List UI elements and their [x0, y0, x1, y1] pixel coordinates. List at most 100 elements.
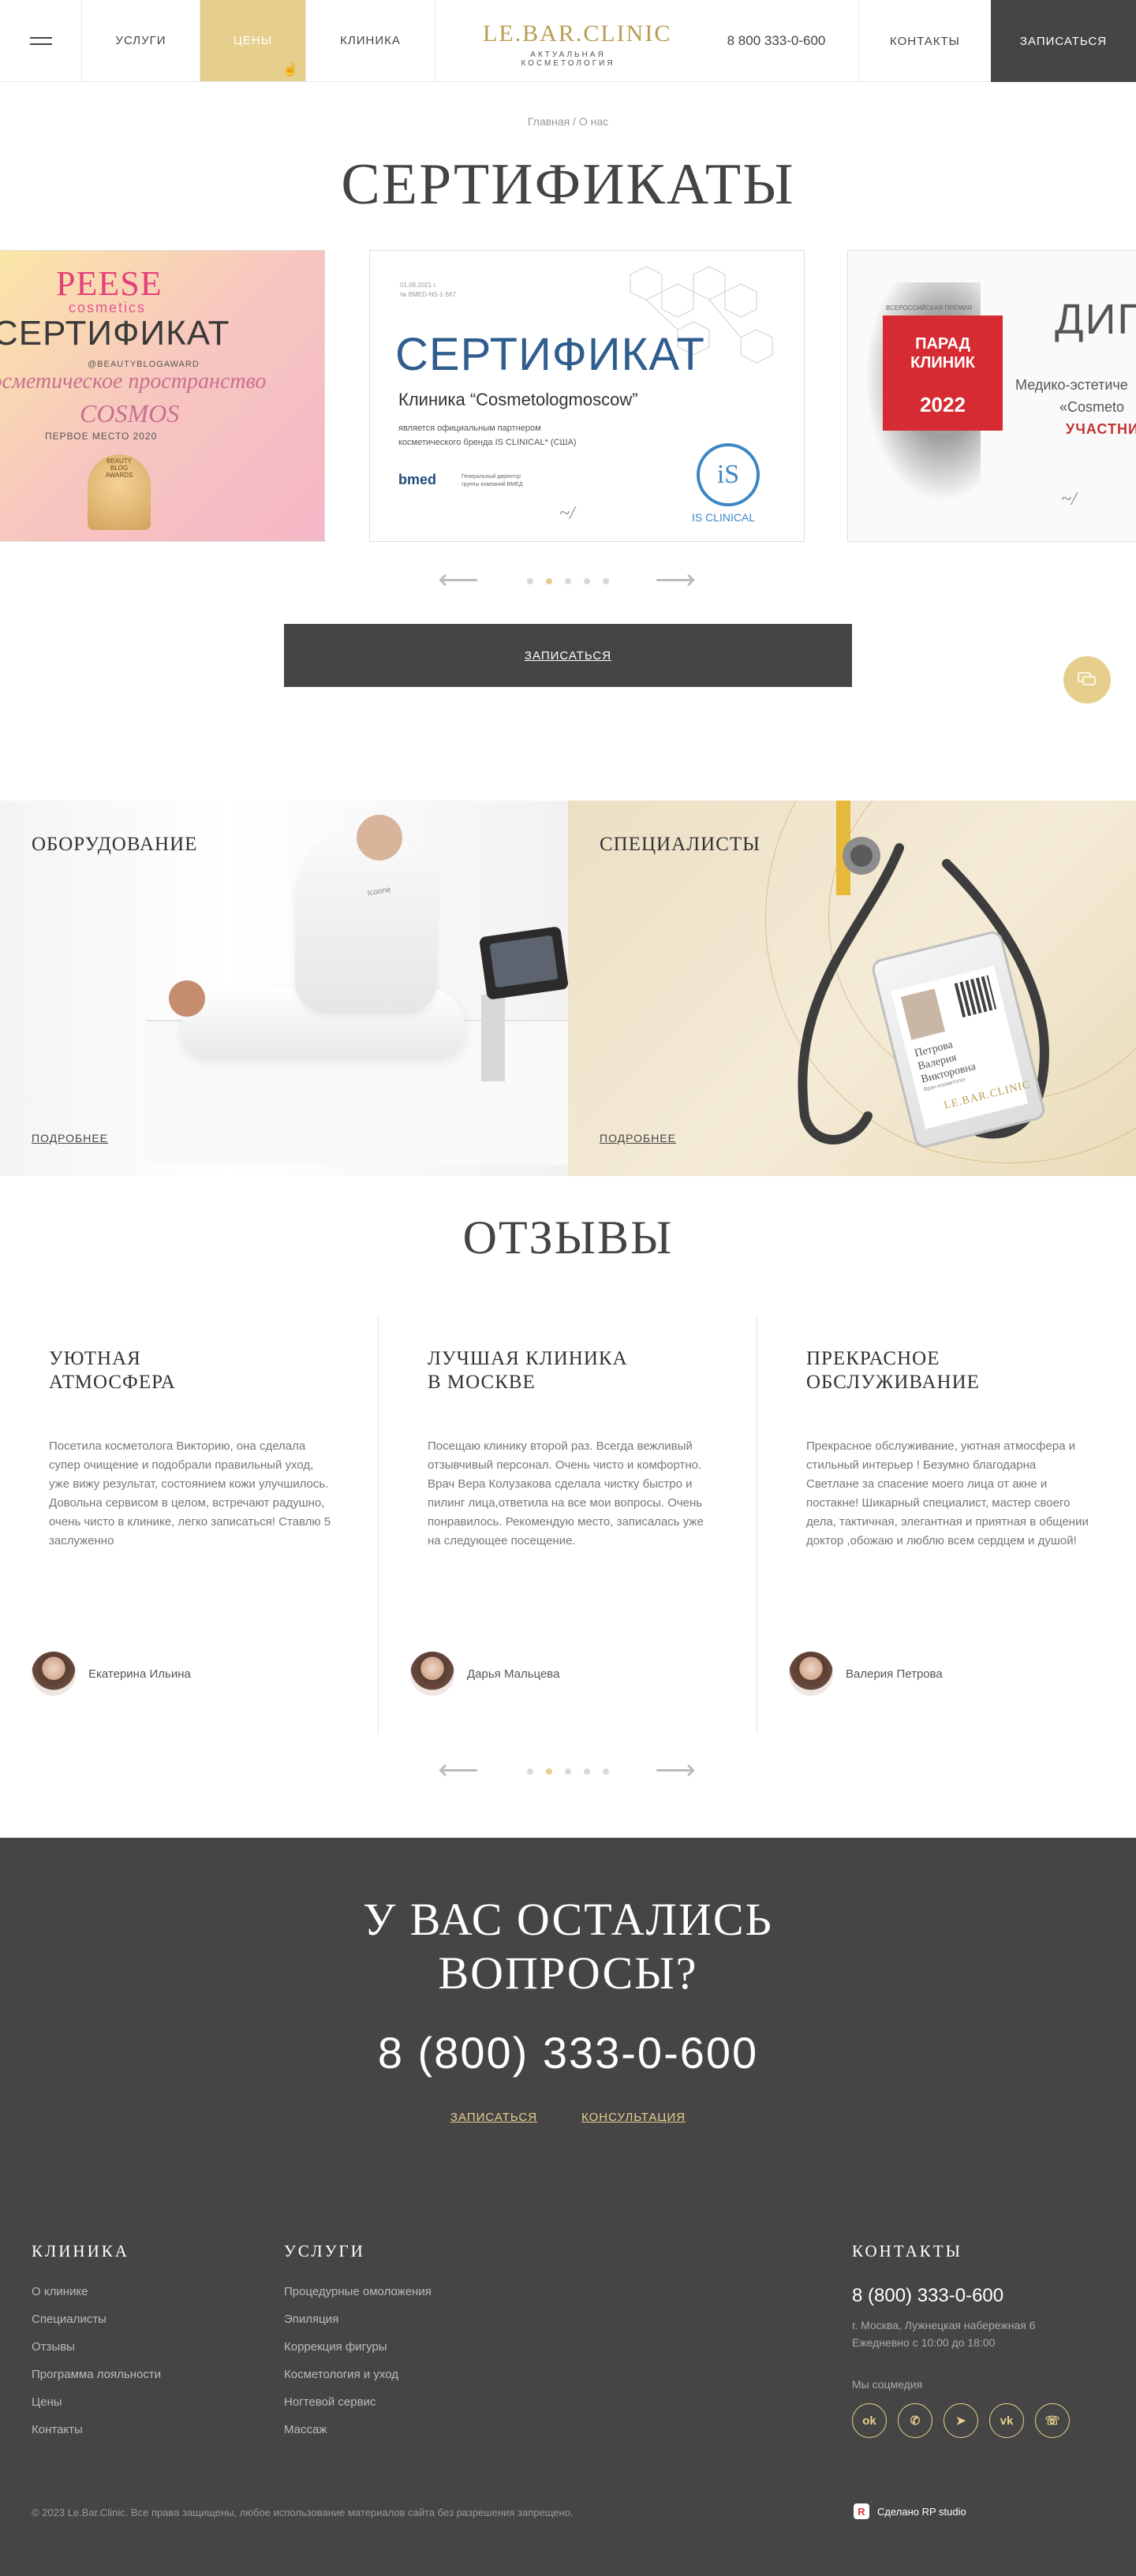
menu-button[interactable]	[0, 0, 82, 81]
chat-bubble-icon	[1078, 672, 1096, 685]
copyright: © 2023 Le.Bar.Clinic. Все права защищены…	[32, 2507, 574, 2518]
pagination-dot[interactable]	[565, 1768, 571, 1775]
badge-year: 2022	[920, 393, 966, 416]
reviews-title: ОТЗЫВЫ	[462, 1211, 674, 1264]
book-button[interactable]: ЗАПИСАТЬСЯ	[284, 624, 852, 687]
logo-wordmark: LE.BAR.CLINIC	[483, 21, 672, 47]
reviews-slider: УЮТНАЯ АТМОСФЕРА Посетила косметолога Ви…	[0, 1316, 1136, 1734]
cert-place: ПЕРВОЕ МЕСТО 2020	[45, 431, 158, 442]
breadcrumb[interactable]: Главная / О нас	[0, 115, 1136, 128]
specialists-more-link[interactable]: ПОДРОБНЕЕ	[600, 1132, 676, 1144]
footer-link[interactable]: Специалисты	[32, 2313, 161, 2326]
id-badge-card: Петрова Валерия Викторовна Врач-косметол…	[891, 965, 1032, 1129]
device-screen	[489, 935, 559, 988]
certificates-controls: ⟵ ⟶	[0, 566, 1136, 594]
arrow-right-icon[interactable]: ⟶	[652, 1756, 699, 1784]
badge-name: Петрова Валерия Викторовна	[913, 1039, 977, 1086]
nav-services[interactable]: Услуги	[82, 0, 200, 81]
pagination-dot[interactable]	[584, 578, 590, 584]
made-by[interactable]: R Сделано RP studio	[854, 2503, 966, 2519]
specialists-title: СПЕЦИАЛИСТЫ	[600, 834, 760, 855]
review-title: ПРЕКРАСНОЕ ОБСЛУЖИВАНИЕ	[806, 1348, 980, 1393]
footer-link[interactable]: Контакты	[32, 2423, 161, 2436]
footer-consult-link[interactable]: КОНСУЛЬТАЦИЯ	[581, 2111, 686, 2124]
footer-services-title: УСЛУГИ	[284, 2242, 365, 2261]
footer-clinic-title: КЛИНИКА	[32, 2242, 129, 2261]
signature-icon: ~/	[559, 503, 575, 524]
footer-link[interactable]: О клинике	[32, 2285, 161, 2298]
pagination-dot[interactable]	[527, 578, 533, 584]
pagination-dot[interactable]	[527, 1768, 533, 1775]
avatar	[789, 1652, 833, 1696]
certificate-card[interactable]: ПАРАД КЛИНИК 2022 ВСЕРОССИЙСКАЯ ПРЕМИЯ Д…	[847, 250, 1136, 542]
cert-script-2: COSMOS	[80, 399, 180, 427]
arrow-left-icon[interactable]: ⟵	[435, 1756, 482, 1784]
header-book-button[interactable]: ЗАПИСАТЬСЯ	[991, 0, 1136, 82]
pagination-dot[interactable]	[603, 1768, 609, 1775]
social-links: ok ✆ ➤ vk ☏	[852, 2403, 1070, 2438]
specialists-tile[interactable]: Петрова Валерия Викторовна Врач-косметол…	[568, 801, 1136, 1176]
footer-contacts-column: КОНТАКТЫ 8 (800) 333-0-600 г. Москва, Лу…	[852, 2242, 1070, 2438]
cert-clinic: Клиника “Cosmetologmoscow”	[398, 390, 638, 409]
avatar	[32, 1652, 76, 1696]
odnoklassniki-icon[interactable]: ok	[852, 2403, 887, 2438]
pagination-dot[interactable]	[603, 578, 609, 584]
footer-address: г. Москва, Лужнецкая набережная 6	[852, 2319, 1036, 2331]
telegram-icon[interactable]: ➤	[944, 2403, 978, 2438]
nav-prices[interactable]: Цены ☝	[200, 0, 306, 81]
viber-icon[interactable]: ✆	[898, 2403, 932, 2438]
isclinical-logo: iS	[697, 443, 760, 506]
cert-participant: УЧАСТНИК	[1066, 421, 1136, 437]
doctor-illustration	[295, 832, 437, 1014]
review-author-name: Екатерина Ильина	[88, 1667, 191, 1681]
footer-contacts-phone[interactable]: 8 (800) 333-0-600	[852, 2285, 1070, 2307]
footer-link[interactable]: Ногтевой сервис	[284, 2395, 432, 2409]
patient-head-icon	[169, 980, 205, 1017]
stethoscope-icon	[798, 801, 1049, 1144]
pagination-dot-active[interactable]	[546, 1768, 552, 1775]
cert-badge-text: BEAUTY BLOG AWARDS	[105, 457, 133, 479]
arrow-left-icon[interactable]: ⟵	[435, 566, 482, 594]
nav-clinic[interactable]: Клиника	[306, 0, 435, 81]
review-card: ЛУЧШАЯ КЛИНИКА В МОСКВЕ Посещаю клинику …	[379, 1316, 757, 1734]
footer-link[interactable]: Коррекция фигуры	[284, 2340, 432, 2354]
arrow-right-icon[interactable]: ⟶	[652, 566, 699, 594]
certificate-card[interactable]: 01.08.2021 г. № BMED-NS-1-567 СЕРТИФИКАТ…	[369, 250, 805, 542]
footer-link[interactable]: Косметология и уход	[284, 2368, 432, 2381]
chat-icon[interactable]	[1063, 656, 1111, 704]
promo-tiles: lcoone ОБОРУДОВАНИЕ ПОДРОБНЕЕ Петрова Ва…	[0, 801, 1136, 1176]
footer-book-link[interactable]: ЗАПИСАТЬСЯ	[450, 2111, 537, 2124]
footer-link[interactable]: Эпиляция	[284, 2313, 432, 2326]
signature-icon: ~/	[1061, 489, 1077, 510]
footer-link[interactable]: Массаж	[284, 2423, 432, 2436]
pagination-dot-active[interactable]	[546, 578, 552, 584]
footer-link[interactable]: Отзывы	[32, 2340, 161, 2354]
vk-icon[interactable]: vk	[989, 2403, 1024, 2438]
footer-link[interactable]: Цены	[32, 2395, 161, 2409]
site-header: Услуги Цены ☝ Клиника LE.BAR.CLINIC АКТУ…	[0, 0, 1136, 82]
pagination-dot[interactable]	[565, 578, 571, 584]
cert-line-2: «Cosmeto	[1059, 399, 1125, 415]
footer-question: У ВАС ОСТАЛИСЬ ВОПРОСЫ?	[363, 1894, 773, 1999]
header-phone[interactable]: 8 800 333-0-600	[694, 0, 858, 82]
footer-social-label: Мы соцмедия	[852, 2378, 923, 2391]
footer-contacts-title: КОНТАКТЫ	[852, 2242, 962, 2261]
pagination-dot[interactable]	[584, 1768, 590, 1775]
footer-link[interactable]: Процедурные омоложения	[284, 2285, 432, 2298]
pagination-dots	[527, 1768, 609, 1775]
footer-big-phone[interactable]: 8 (800) 333-0-600	[0, 2027, 1136, 2078]
equipment-more-link[interactable]: ПОДРОБНЕЕ	[32, 1132, 108, 1144]
badge-photo	[900, 988, 946, 1040]
certificates-slider[interactable]: PEESE cosmetics СЕРТИФИКАТ @BEAUTYBLOGAW…	[0, 250, 1136, 543]
cert-text: является официальным партнером косметиче…	[398, 424, 577, 447]
footer-link[interactable]: Программа лояльности	[32, 2368, 161, 2381]
equipment-tile[interactable]: lcoone ОБОРУДОВАНИЕ ПОДРОБНЕЕ	[0, 801, 568, 1176]
header-contacts-link[interactable]: КОНТАКТЫ	[858, 0, 991, 82]
logo[interactable]: LE.BAR.CLINIC АКТУАЛЬНАЯ КОСМЕТОЛОГИЯ	[483, 21, 672, 69]
parade-badge: ПАРАД КЛИНИК 2022	[883, 315, 1003, 431]
doctor-head-icon	[357, 815, 402, 861]
whatsapp-icon[interactable]: ☏	[1035, 2403, 1070, 2438]
isclinical-caption: IS CLINICAL	[692, 511, 756, 524]
review-title: ЛУЧШАЯ КЛИНИКА В МОСКВЕ	[428, 1348, 628, 1393]
certificate-card[interactable]: PEESE cosmetics СЕРТИФИКАТ @BEAUTYBLOGAW…	[0, 250, 325, 542]
